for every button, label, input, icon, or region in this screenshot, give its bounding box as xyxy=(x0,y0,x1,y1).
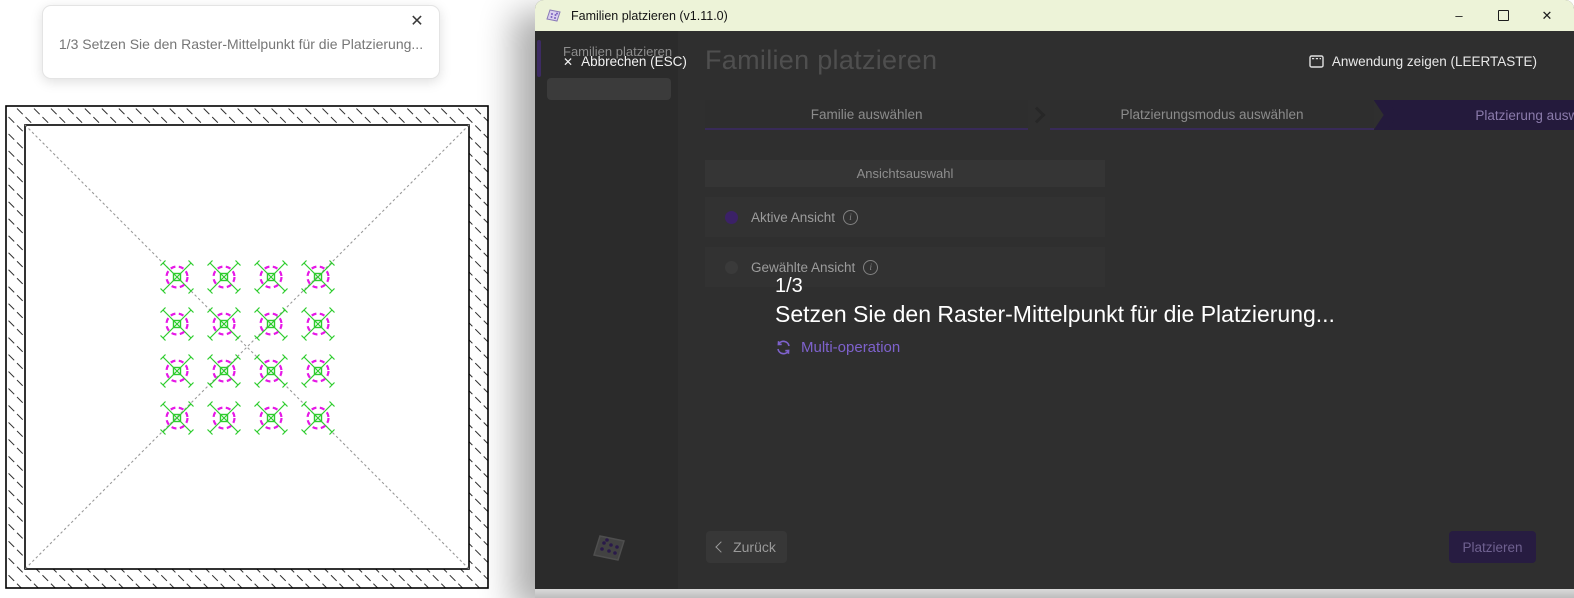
step-separator xyxy=(1028,100,1050,130)
step-counter: 1/3 xyxy=(775,275,803,297)
close-icon: ✕ xyxy=(563,54,574,69)
sync-icon xyxy=(777,340,790,355)
tab-platzierung-auswaehlen[interactable]: Platzierung auswählen xyxy=(1381,100,1574,130)
chevron-right-icon xyxy=(1028,106,1046,124)
multi-operation-label: Multi-operation xyxy=(801,339,901,356)
window-bottom-edge xyxy=(535,589,1574,598)
sidebar-item-background xyxy=(547,78,671,100)
show-application-button[interactable]: Anwendung zeigen (LEERTASTE) xyxy=(1309,54,1537,69)
tab-familie-auswaehlen[interactable]: Familie auswählen xyxy=(705,100,1029,130)
option-label: Gewählte Ansicht xyxy=(751,259,856,275)
chevron-left-icon xyxy=(715,540,727,553)
wizard-steps: Familie auswählen Platzierungsmodus ausw… xyxy=(705,100,1574,130)
close-icon[interactable]: ✕ xyxy=(407,12,427,32)
cad-plan-view[interactable] xyxy=(5,105,489,589)
family-symbol-grid xyxy=(159,259,336,436)
panel-header: Ansichtsauswahl xyxy=(705,160,1105,187)
window-body: Familien platzieren ✕ Abbrechen (ESC) Fa… xyxy=(535,31,1574,589)
app-icon xyxy=(546,8,561,22)
window-icon xyxy=(1309,55,1324,68)
tab-label: Platzierung auswählen xyxy=(1475,107,1574,123)
step-instruction: Setzen Sie den Raster-Mittelpunkt für di… xyxy=(775,301,1335,327)
step-instruction-overlay: 1/3 Setzen Sie den Raster-Mittelpunkt fü… xyxy=(775,275,1335,356)
back-label: Zurück xyxy=(733,539,776,555)
page-title: Familien platzieren xyxy=(705,45,938,75)
info-icon[interactable]: i xyxy=(863,259,879,275)
option-label: Aktive Ansicht xyxy=(751,209,836,225)
tab-label: Platzierungsmodus auswählen xyxy=(1120,106,1304,122)
close-button[interactable]: ✕ xyxy=(1538,7,1556,25)
active-item-indicator xyxy=(537,40,541,77)
app-window: Familien platzieren (v1.11.0) – ✕ Famili… xyxy=(535,0,1574,598)
maximize-button[interactable] xyxy=(1494,7,1512,25)
toast-message: 1/3 Setzen Sie den Raster-Mittelpunkt fü… xyxy=(58,36,424,52)
back-button[interactable]: Zurück xyxy=(706,531,787,563)
option-aktive-ansicht[interactable]: Aktive Ansicht i xyxy=(705,197,1105,237)
show-application-label: Anwendung zeigen (LEERTASTE) xyxy=(1331,54,1537,69)
window-title: Familien platzieren (v1.11.0) xyxy=(571,8,728,23)
screenshot-root: ✕ 1/3 Setzen Sie den Raster-Mittelpunkt … xyxy=(0,0,1574,598)
place-button[interactable]: Platzieren xyxy=(1449,531,1536,563)
app-logo-icon xyxy=(593,535,625,561)
maximize-icon xyxy=(1497,10,1509,21)
toast-notification: ✕ 1/3 Setzen Sie den Raster-Mittelpunkt … xyxy=(42,5,440,79)
cancel-button[interactable]: ✕ Abbrechen (ESC) xyxy=(563,54,687,69)
tab-platzierungsmodus-auswaehlen[interactable]: Platzierungsmodus auswählen xyxy=(1050,100,1374,130)
info-icon[interactable]: i xyxy=(843,209,859,225)
sidebar: Familien platzieren xyxy=(535,31,678,589)
place-label: Platzieren xyxy=(1462,539,1523,555)
view-selection-panel: Ansichtsauswahl Aktive Ansicht i Gewählt… xyxy=(705,160,1105,287)
cancel-label: Abbrechen (ESC) xyxy=(581,54,687,69)
radio-unselected-icon[interactable] xyxy=(725,260,738,274)
tab-label: Familie auswählen xyxy=(810,106,923,122)
multi-operation-toggle[interactable]: Multi-operation xyxy=(775,339,1335,356)
radio-selected-icon[interactable] xyxy=(725,210,738,224)
minimize-button[interactable]: – xyxy=(1450,7,1468,25)
window-titlebar[interactable]: Familien platzieren (v1.11.0) – ✕ xyxy=(535,0,1574,31)
